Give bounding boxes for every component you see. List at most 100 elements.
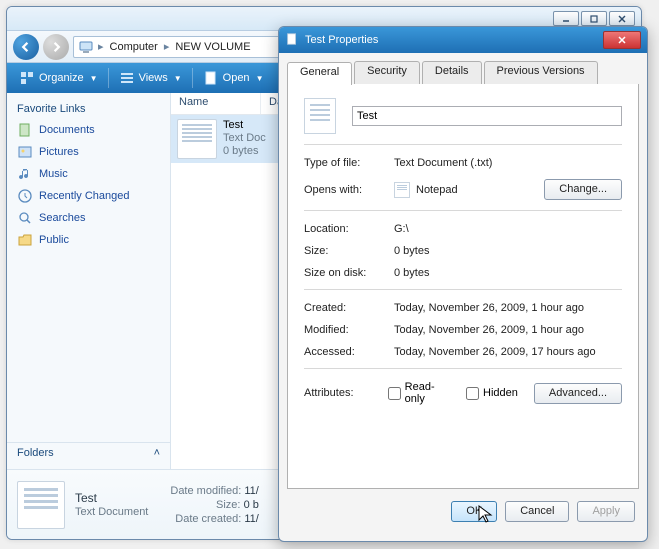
value-accessed: Today, November 26, 2009, 17 hours ago <box>394 346 596 358</box>
documents-icon <box>17 122 33 138</box>
hidden-checkbox[interactable]: Hidden <box>466 387 518 400</box>
label-attributes: Attributes: <box>304 387 388 399</box>
readonly-checkbox[interactable]: Read-only <box>388 381 450 405</box>
maximize-button[interactable] <box>581 11 607 26</box>
cancel-button[interactable]: Cancel <box>505 501 569 522</box>
advanced-button[interactable]: Advanced... <box>534 383 622 404</box>
search-icon <box>17 210 33 226</box>
details-modified-label: Date modified: <box>170 485 241 497</box>
dialog-footer: OK Cancel Apply <box>287 489 639 533</box>
dialog-title: Test Properties <box>305 34 378 46</box>
computer-icon <box>78 39 94 55</box>
toolbar-label: Open <box>223 72 250 84</box>
recent-icon <box>17 188 33 204</box>
breadcrumb-item[interactable]: Computer <box>108 41 160 53</box>
details-created: 11/ <box>244 513 258 525</box>
document-icon <box>203 70 219 86</box>
label-accessed: Accessed: <box>304 346 394 358</box>
breadcrumb-item[interactable]: NEW VOLUME <box>173 41 252 53</box>
file-size: 0 bytes <box>223 145 266 158</box>
chevron-right-icon: ▸ <box>164 40 170 53</box>
chevron-down-icon: ▼ <box>256 74 264 83</box>
sidebar-item-pictures[interactable]: Pictures <box>7 141 170 163</box>
value-size: 0 bytes <box>394 245 429 257</box>
label-size: Size: <box>304 245 394 257</box>
value-created: Today, November 26, 2009, 1 hour ago <box>394 302 584 314</box>
tab-strip: General Security Details Previous Versio… <box>287 61 639 85</box>
text-file-icon <box>177 119 217 159</box>
dialog-titlebar: Test Properties <box>279 27 647 53</box>
organize-icon <box>19 70 35 86</box>
tab-details[interactable]: Details <box>422 61 482 84</box>
notepad-icon <box>394 182 410 198</box>
chevron-down-icon: ▼ <box>90 74 98 83</box>
music-icon <box>17 166 33 182</box>
sidebar-item-label: Pictures <box>39 146 79 158</box>
label-size-on-disk: Size on disk: <box>304 267 394 279</box>
change-button[interactable]: Change... <box>544 179 622 200</box>
document-icon <box>285 32 299 49</box>
tab-security[interactable]: Security <box>354 61 420 84</box>
dialog-close-button[interactable] <box>603 31 641 49</box>
separator <box>108 68 109 88</box>
sidebar-item-music[interactable]: Music <box>7 163 170 185</box>
chevron-up-icon: ˄ <box>154 447 160 459</box>
text-file-icon <box>17 481 65 529</box>
label-opens-with: Opens with: <box>304 184 394 196</box>
sidebar-item-label: Music <box>39 168 68 180</box>
chevron-down-icon: ▼ <box>174 74 182 83</box>
folders-label: Folders <box>17 447 54 459</box>
ok-button[interactable]: OK <box>451 501 497 522</box>
details-name: Test <box>75 491 148 505</box>
sidebar-item-public[interactable]: Public <box>7 229 170 251</box>
open-button[interactable]: Open ▼ <box>197 68 270 88</box>
details-type: Text Document <box>75 505 148 519</box>
back-button[interactable] <box>13 34 39 60</box>
organize-button[interactable]: Organize ▼ <box>13 68 104 88</box>
filename-input[interactable] <box>352 106 622 126</box>
sidebar-item-label: Recently Changed <box>39 190 130 202</box>
value-size-on-disk: 0 bytes <box>394 267 429 279</box>
sidebar-header: Favorite Links <box>7 99 170 119</box>
sidebar-item-searches[interactable]: Searches <box>7 207 170 229</box>
toolbar-label: Views <box>139 72 168 84</box>
value-opens-with: Notepad <box>416 184 458 196</box>
views-icon <box>119 70 135 86</box>
tab-previous-versions[interactable]: Previous Versions <box>484 61 598 84</box>
toolbar-label: Organize <box>39 72 84 84</box>
pictures-icon <box>17 144 33 160</box>
folder-icon <box>17 232 33 248</box>
sidebar: Favorite Links Documents Pictures Music … <box>7 93 171 469</box>
minimize-button[interactable] <box>553 11 579 26</box>
details-created-label: Date created: <box>175 513 241 525</box>
details-size-label: Size: <box>216 499 240 511</box>
value-modified: Today, November 26, 2009, 1 hour ago <box>394 324 584 336</box>
sidebar-item-label: Documents <box>39 124 95 136</box>
separator <box>192 68 193 88</box>
sidebar-item-label: Public <box>39 234 69 246</box>
text-file-icon <box>304 98 336 134</box>
forward-button[interactable] <box>43 34 69 60</box>
label-created: Created: <box>304 302 394 314</box>
sidebar-item-recent[interactable]: Recently Changed <box>7 185 170 207</box>
label-type-of-file: Type of file: <box>304 157 394 169</box>
value-type-of-file: Text Document (.txt) <box>394 157 492 169</box>
tab-general[interactable]: General <box>287 62 352 85</box>
label-location: Location: <box>304 223 394 235</box>
properties-dialog: Test Properties General Security Details… <box>278 26 648 542</box>
file-name: Test <box>223 119 266 132</box>
close-button[interactable] <box>609 11 635 26</box>
label-modified: Modified: <box>304 324 394 336</box>
folders-toggle[interactable]: Folders ˄ <box>7 442 170 463</box>
apply-button[interactable]: Apply <box>577 501 635 522</box>
readonly-label: Read-only <box>405 381 450 405</box>
file-type: Text Doc <box>223 132 266 145</box>
value-location: G:\ <box>394 223 409 235</box>
sidebar-item-label: Searches <box>39 212 85 224</box>
details-modified: 11/ <box>244 485 258 497</box>
tab-content-general: Type of file: Text Document (.txt) Opens… <box>287 84 639 489</box>
sidebar-item-documents[interactable]: Documents <box>7 119 170 141</box>
chevron-right-icon: ▸ <box>98 40 104 53</box>
views-button[interactable]: Views ▼ <box>113 68 188 88</box>
column-name[interactable]: Name <box>171 93 261 114</box>
